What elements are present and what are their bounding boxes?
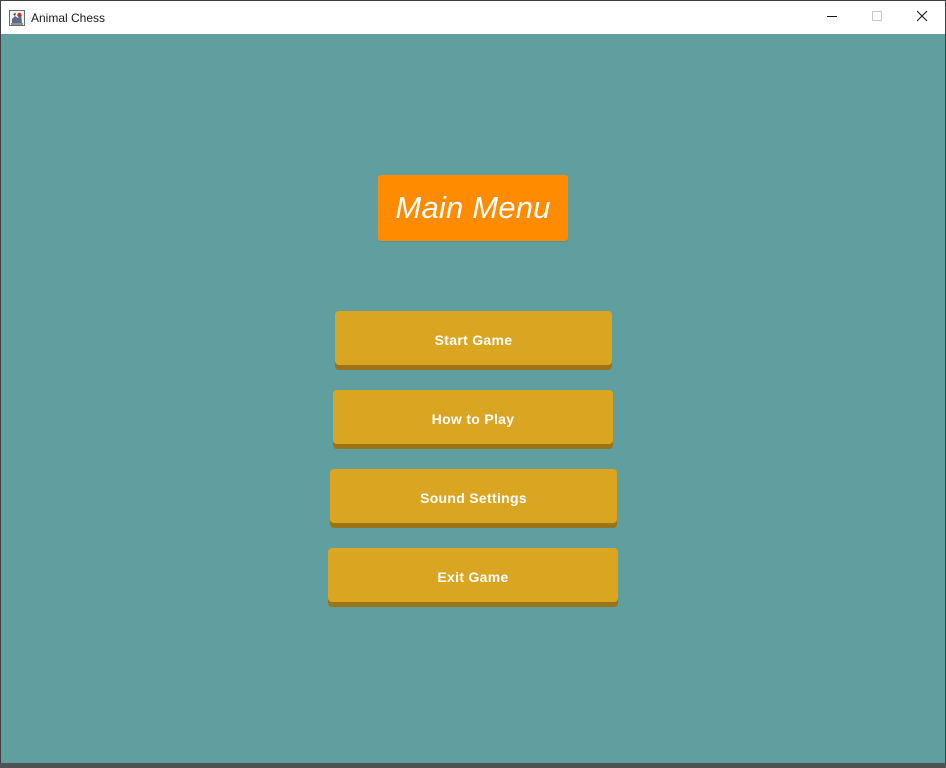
app-window: Animal Chess Main Menu Start Game How to…: [0, 0, 946, 768]
exit-game-button[interactable]: Exit Game: [328, 548, 618, 602]
close-icon: [916, 9, 928, 27]
title-bar[interactable]: Animal Chess: [1, 1, 945, 34]
start-game-button[interactable]: Start Game: [335, 311, 612, 365]
close-button[interactable]: [899, 1, 945, 34]
main-menu-title: Main Menu: [378, 175, 568, 241]
app-icon: [9, 10, 25, 26]
window-bottom-edge: [0, 763, 946, 768]
maximize-button[interactable]: [854, 1, 900, 34]
minimize-button[interactable]: [809, 1, 855, 34]
sound-settings-button[interactable]: Sound Settings: [330, 469, 617, 523]
window-title: Animal Chess: [31, 11, 106, 25]
main-menu-panel: Main Menu Start Game How to Play Sound S…: [1, 34, 945, 764]
minimize-icon: [826, 9, 838, 27]
maximize-icon: [871, 9, 883, 27]
how-to-play-button[interactable]: How to Play: [333, 390, 613, 444]
